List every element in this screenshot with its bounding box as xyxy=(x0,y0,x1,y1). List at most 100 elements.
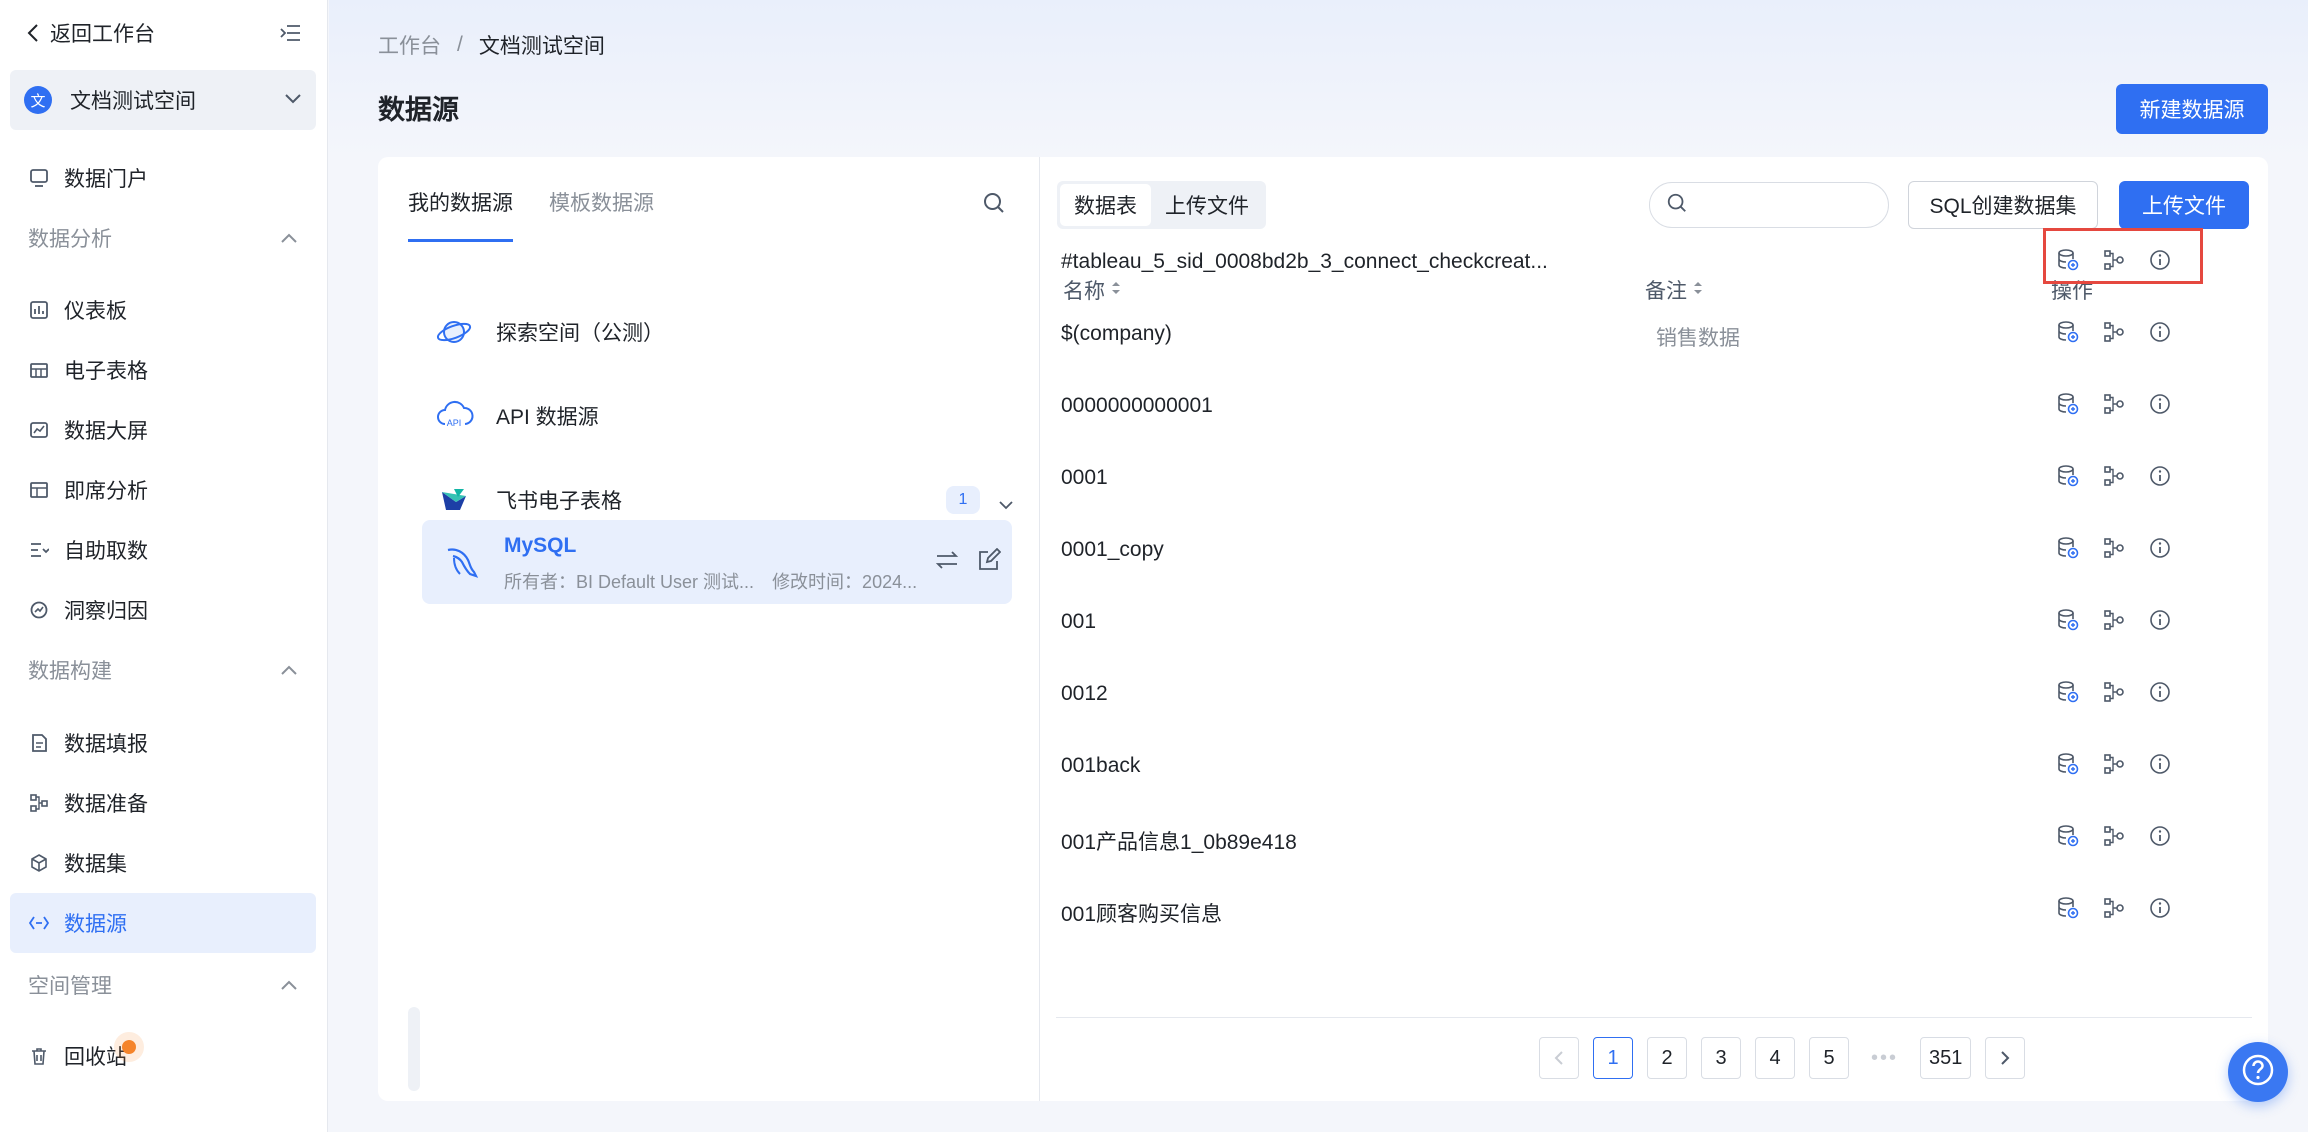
datasource-modified: 修改时间：2024... xyxy=(772,572,918,592)
lineage-icon[interactable] xyxy=(2102,752,2126,776)
table-row[interactable]: 0001_copy xyxy=(1041,516,2268,588)
sidebar-group-space-admin[interactable]: 空间管理 xyxy=(10,955,316,1015)
create-dataset-icon[interactable] xyxy=(2056,680,2080,704)
table-row[interactable]: 0001 xyxy=(1041,444,2268,516)
datasource-item-explore-space[interactable]: 探索空间（公测） xyxy=(420,294,1012,370)
datasource-item-api[interactable]: API API 数据源 xyxy=(420,378,1012,454)
table-row[interactable]: 001顾客购买信息 xyxy=(1041,876,2268,948)
tab-template-datasources[interactable]: 模板数据源 xyxy=(549,187,654,242)
tab-my-datasources[interactable]: 我的数据源 xyxy=(408,187,513,242)
create-dataset-icon[interactable] xyxy=(2056,896,2080,920)
scrollbar[interactable] xyxy=(408,1007,420,1091)
info-icon[interactable] xyxy=(2148,608,2172,632)
upload-file-button[interactable]: 上传文件 xyxy=(2119,181,2249,229)
sidebar-group-label: 数据构建 xyxy=(28,660,112,683)
segment-uploads[interactable]: 上传文件 xyxy=(1151,184,1263,226)
info-icon[interactable] xyxy=(2148,392,2172,416)
page-button[interactable]: 1 xyxy=(1593,1037,1633,1079)
create-dataset-icon[interactable] xyxy=(2056,608,2080,632)
search-input[interactable] xyxy=(1698,193,1878,217)
table-row[interactable]: 0000000000001 xyxy=(1041,372,2268,444)
sidebar-item-adhoc-analysis[interactable]: 即席分析 xyxy=(10,460,316,520)
lineage-icon[interactable] xyxy=(2102,392,2126,416)
breadcrumb-workbench[interactable]: 工作台 xyxy=(378,30,441,60)
info-icon[interactable] xyxy=(2148,464,2172,488)
lineage-icon[interactable] xyxy=(2102,536,2126,560)
create-dataset-icon[interactable] xyxy=(2056,752,2080,776)
table-row[interactable]: 001back xyxy=(1041,732,2268,804)
datasource-item-mysql[interactable]: MySQL 所有者：BI Default User 测试... 修改时间：202… xyxy=(422,520,1012,604)
next-page-button[interactable] xyxy=(1985,1037,2026,1079)
page-ellipsis[interactable]: ••• xyxy=(1863,1037,1907,1079)
sidebar-group-analysis[interactable]: 数据分析 xyxy=(10,208,316,268)
info-icon[interactable] xyxy=(2148,536,2172,560)
sidebar-item-label: 即席分析 xyxy=(64,480,148,503)
sidebar-group-build[interactable]: 数据构建 xyxy=(10,640,316,700)
info-icon[interactable] xyxy=(2148,320,2172,344)
search-icon[interactable] xyxy=(982,191,1006,220)
table-row[interactable]: $(company) 销售数据 xyxy=(1041,300,2268,372)
page-button[interactable]: 3 xyxy=(1701,1037,1741,1079)
info-icon[interactable] xyxy=(2148,824,2172,848)
back-to-workbench-link[interactable]: 返回工作台 xyxy=(26,18,155,48)
segment-tables[interactable]: 数据表 xyxy=(1060,184,1151,226)
create-dataset-icon[interactable] xyxy=(2056,320,2080,344)
prev-page-button[interactable] xyxy=(1539,1037,1579,1079)
lineage-icon[interactable] xyxy=(2102,464,2126,488)
space-selector[interactable]: 文 文档测试空间 xyxy=(10,70,316,130)
sidebar-item-data-portal[interactable]: 数据门户 xyxy=(10,148,316,208)
sidebar-item-recycle-bin[interactable]: 回收站 xyxy=(10,1026,316,1086)
lineage-icon[interactable] xyxy=(2102,896,2126,920)
sidebar-item-datasource[interactable]: 数据源 xyxy=(10,893,316,953)
edit-icon[interactable] xyxy=(977,547,1002,577)
info-icon[interactable] xyxy=(2148,680,2172,704)
sql-create-dataset-button[interactable]: SQL创建数据集 xyxy=(1908,181,2098,229)
datasource-name: MySQL xyxy=(504,534,577,557)
sidebar-item-label: 仪表板 xyxy=(64,300,127,323)
table-search[interactable] xyxy=(1649,182,1889,228)
sidebar-item-label: 数据源 xyxy=(64,913,127,936)
create-dataset-icon[interactable] xyxy=(2056,392,2080,416)
page-button[interactable]: 2 xyxy=(1647,1037,1687,1079)
table-row[interactable]: 001 xyxy=(1041,588,2268,660)
sidebar-item-data-fill[interactable]: 数据填报 xyxy=(10,713,316,773)
lineage-icon[interactable] xyxy=(2102,320,2126,344)
info-icon[interactable] xyxy=(2148,752,2172,776)
page-button[interactable]: 4 xyxy=(1755,1037,1795,1079)
sidebar-item-spreadsheet[interactable]: 电子表格 xyxy=(10,340,316,400)
table-name: 0001 xyxy=(1061,466,1108,489)
row-actions xyxy=(2056,752,2172,776)
page-button[interactable]: 5 xyxy=(1809,1037,1849,1079)
sidebar-item-data-prep[interactable]: 数据准备 xyxy=(10,773,316,833)
table-icon xyxy=(28,359,50,381)
create-dataset-icon[interactable] xyxy=(2056,464,2080,488)
sidebar-item-insight[interactable]: 洞察归因 xyxy=(10,580,316,640)
sidebar-item-self-service[interactable]: 自助取数 xyxy=(10,520,316,580)
lineage-icon[interactable] xyxy=(2102,680,2126,704)
planet-icon xyxy=(434,312,474,352)
lineage-icon[interactable] xyxy=(2102,824,2126,848)
sidebar-item-dataset[interactable]: 数据集 xyxy=(10,833,316,893)
space-avatar: 文 xyxy=(24,86,52,114)
question-icon xyxy=(2240,1052,2276,1093)
switch-icon[interactable] xyxy=(935,548,959,577)
sidebar-item-dashboard[interactable]: 仪表板 xyxy=(10,280,316,340)
sidebar-item-big-screen[interactable]: 数据大屏 xyxy=(10,400,316,460)
highlight-annotation xyxy=(2043,228,2203,284)
sidebar-group-label: 空间管理 xyxy=(28,975,112,998)
info-icon[interactable] xyxy=(2148,896,2172,920)
collapse-sidebar-icon[interactable] xyxy=(280,23,302,43)
page-button-last[interactable]: 351 xyxy=(1920,1037,1972,1079)
sidebar-group-label: 数据分析 xyxy=(28,228,112,251)
chevron-up-icon xyxy=(280,226,298,250)
lineage-icon[interactable] xyxy=(2102,608,2126,632)
help-button[interactable] xyxy=(2228,1042,2288,1102)
create-dataset-icon[interactable] xyxy=(2056,536,2080,560)
create-dataset-icon[interactable] xyxy=(2056,824,2080,848)
table-row[interactable]: 0012 xyxy=(1041,660,2268,732)
chevron-down-icon[interactable] xyxy=(998,492,1014,516)
new-datasource-button[interactable]: 新建数据源 xyxy=(2116,84,2268,134)
datasource-owner: 所有者：BI Default User 测试... xyxy=(504,572,755,592)
table-row[interactable]: 001产品信息1_0b89e418 xyxy=(1041,804,2268,876)
row-actions xyxy=(2056,536,2172,560)
